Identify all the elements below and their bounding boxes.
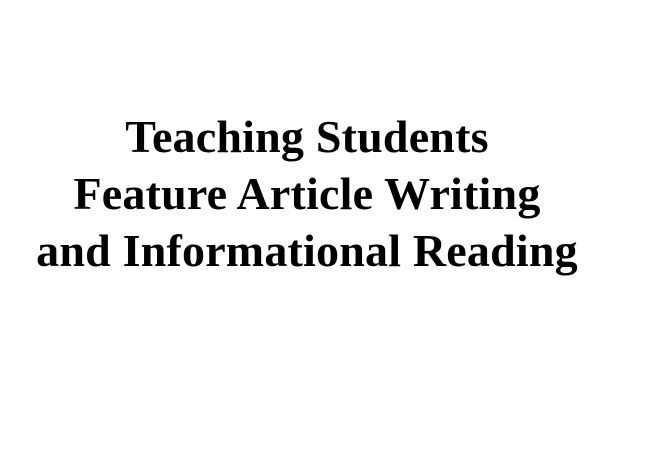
title-line-1: Teaching Students bbox=[125, 111, 489, 162]
title-line-2: Feature Article Writing bbox=[73, 168, 541, 219]
document-page: Teaching Students Feature Article Writin… bbox=[0, 0, 646, 473]
document-title: Teaching Students Feature Article Writin… bbox=[0, 108, 614, 279]
title-line-3: and Informational Reading bbox=[36, 225, 578, 276]
